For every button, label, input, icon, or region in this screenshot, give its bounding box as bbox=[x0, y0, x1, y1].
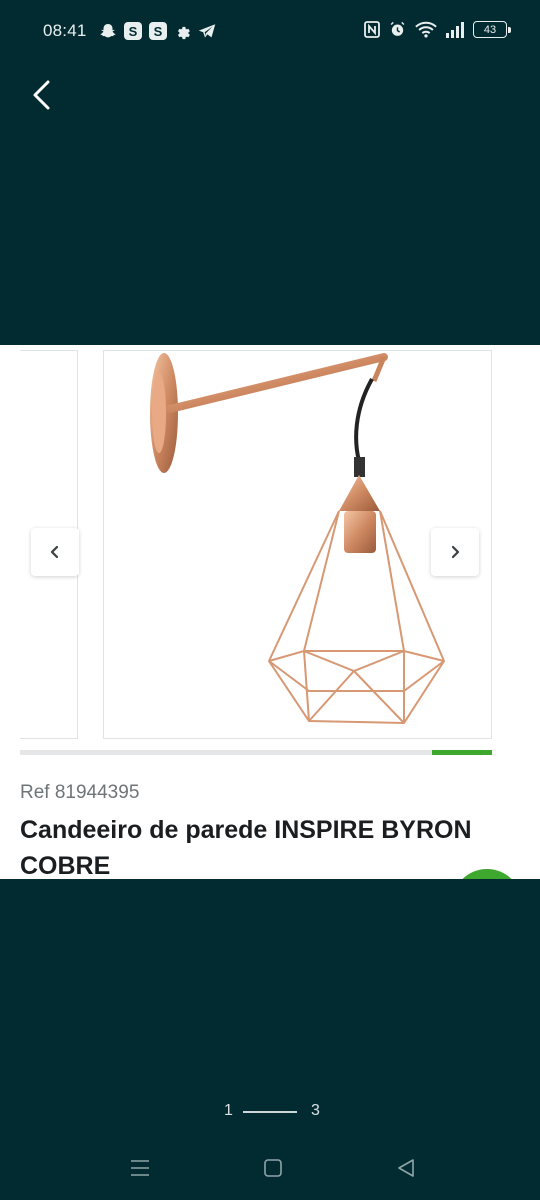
status-time: 08:41 bbox=[43, 21, 87, 40]
back-triangle-icon[interactable] bbox=[394, 1156, 418, 1180]
alarm-icon bbox=[390, 21, 405, 36]
chevron-right-icon bbox=[451, 545, 460, 559]
product-gallery: Ref 81944395 Candeeiro de parede INSPIRE… bbox=[0, 345, 540, 879]
chevron-left-icon bbox=[50, 545, 59, 559]
home-icon[interactable] bbox=[261, 1156, 285, 1180]
back-button[interactable] bbox=[26, 78, 60, 112]
menu-icon[interactable] bbox=[128, 1156, 152, 1180]
status-left-icons: S S bbox=[99, 22, 216, 40]
s-app-icon: S bbox=[124, 22, 142, 40]
pager-divider bbox=[243, 1111, 297, 1113]
pager-total: 3 bbox=[311, 1102, 320, 1119]
gallery-progress-track bbox=[20, 750, 492, 755]
gallery-next-button[interactable] bbox=[431, 528, 479, 576]
product-reference: Ref 81944395 bbox=[20, 782, 140, 803]
snapchat-icon bbox=[100, 24, 116, 38]
nfc-icon bbox=[364, 21, 380, 38]
status-bar: 08:41 S S 43 bbox=[0, 0, 540, 62]
gallery-prev-button[interactable] bbox=[31, 528, 79, 576]
product-title: Candeeiro de parede INSPIRE BYRON COBRE bbox=[20, 816, 472, 879]
wifi-icon bbox=[415, 21, 437, 38]
s-app-icon: S bbox=[149, 22, 167, 40]
battery-level: 43 bbox=[483, 23, 497, 36]
image-pager: 1 3 bbox=[0, 1100, 540, 1122]
status-right-icons: 43 bbox=[364, 21, 511, 38]
telegram-icon bbox=[198, 24, 216, 38]
settings-icon bbox=[177, 26, 190, 39]
battery-icon: 43 bbox=[473, 21, 511, 38]
gallery-progress-fill bbox=[432, 750, 492, 755]
chevron-left-icon bbox=[33, 80, 50, 110]
signal-icon bbox=[446, 21, 464, 38]
pager-current: 1 bbox=[224, 1102, 233, 1119]
system-navigation-bar bbox=[0, 1150, 540, 1186]
